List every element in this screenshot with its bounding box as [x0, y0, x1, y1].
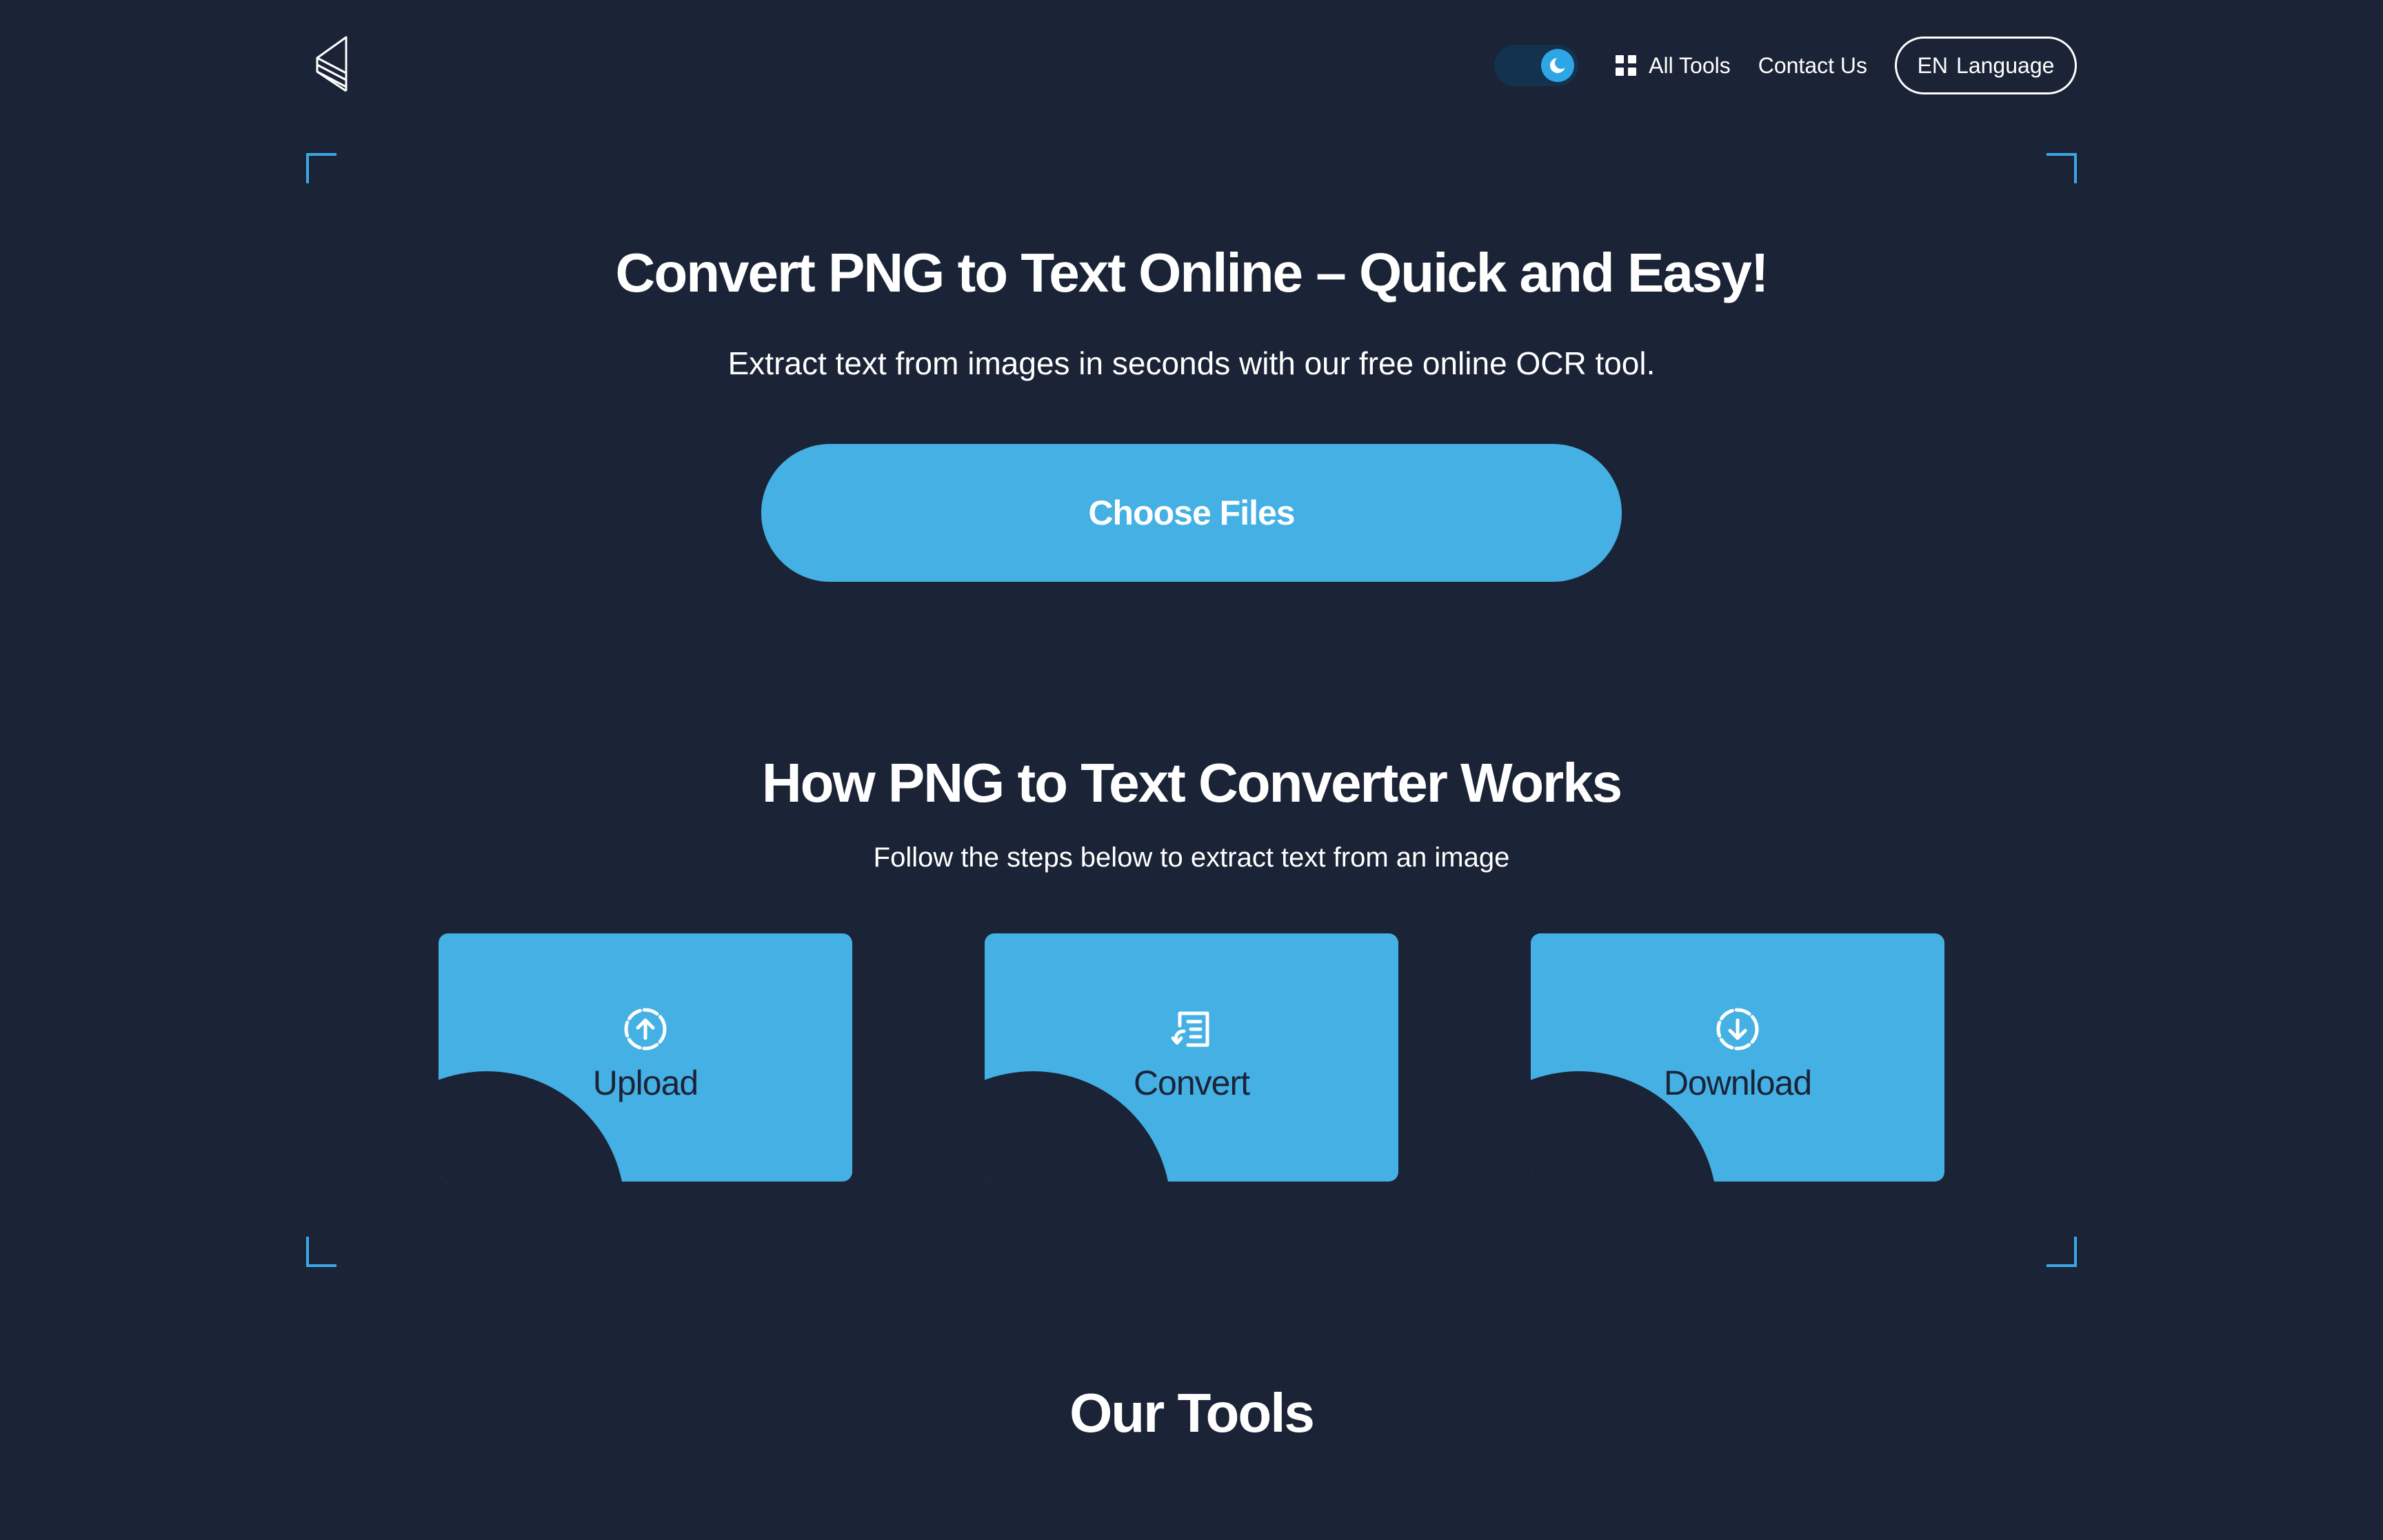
- how-it-works-title: How PNG to Text Converter Works: [761, 752, 1622, 813]
- corner-bracket-top-right: [2047, 153, 2077, 183]
- theme-toggle[interactable]: [1494, 45, 1579, 86]
- step-label: Convert: [1133, 1064, 1250, 1102]
- contact-us-label: Contact Us: [1758, 52, 1867, 78]
- how-it-works-subtitle: Follow the steps below to extract text f…: [873, 842, 1510, 873]
- step-card-convert: Convert: [985, 933, 1398, 1182]
- top-nav: All Tools Contact Us EN Language: [1494, 36, 2077, 95]
- step-label: Upload: [592, 1064, 698, 1102]
- convert-icon: [1171, 1011, 1209, 1047]
- all-tools-label: All Tools: [1649, 52, 1731, 78]
- upload-icon: [624, 1008, 667, 1051]
- contact-us-link[interactable]: Contact Us: [1758, 53, 1867, 79]
- grid-icon: [1616, 55, 1637, 76]
- logo-icon[interactable]: [312, 34, 354, 94]
- language-button[interactable]: EN Language: [1895, 37, 2077, 94]
- our-tools-title: Our Tools: [1069, 1382, 1315, 1443]
- language-label: Language: [1956, 52, 2055, 78]
- language-code: EN: [1917, 52, 1949, 78]
- corner-bracket-bottom-right: [2047, 1237, 2077, 1267]
- choose-files-button[interactable]: Choose Files: [761, 444, 1622, 582]
- step-card-download: Download: [1531, 933, 1944, 1182]
- step-label: Download: [1663, 1064, 1812, 1102]
- page: All Tools Contact Us EN Language Convert…: [0, 0, 2383, 1540]
- download-icon: [1716, 1008, 1759, 1051]
- corner-bracket-top-left: [306, 153, 336, 183]
- hero-subtitle: Extract text from images in seconds with…: [727, 345, 1656, 381]
- all-tools-link[interactable]: All Tools: [1616, 53, 1731, 79]
- corner-bracket-bottom-left: [306, 1237, 336, 1267]
- step-card-upload: Upload: [439, 933, 852, 1182]
- moon-icon: [1541, 49, 1575, 82]
- hero-title: Convert PNG to Text Online – Quick and E…: [615, 242, 1769, 303]
